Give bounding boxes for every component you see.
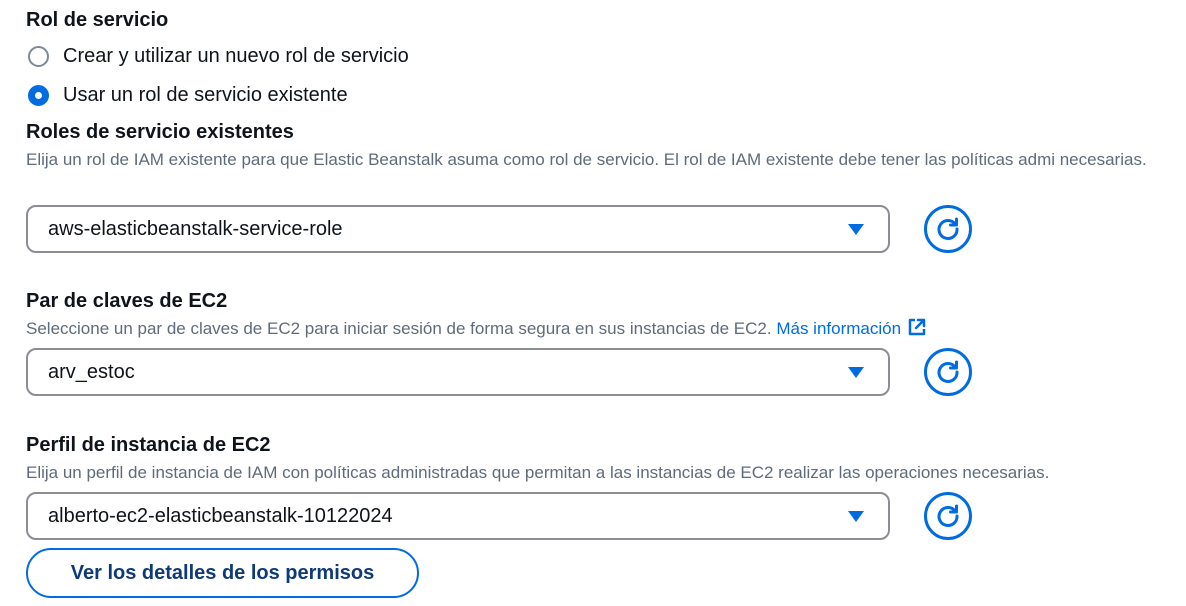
key-pair-description: Seleccione un par de claves de EC2 para … [26, 319, 772, 338]
more-info-link-label: Más información [776, 319, 902, 338]
refresh-icon [937, 217, 959, 240]
radio-label-new-role: Crear y utilizar un nuevo rol de servici… [63, 44, 409, 67]
environment-config-form: Rol de servicio Crear y utilizar un nuev… [0, 0, 1186, 606]
instance-profile-description: Elija un perfil de instancia de IAM con … [26, 463, 1050, 482]
refresh-instance-profiles-button[interactable] [924, 492, 972, 540]
instance-profile-selected-value: alberto-ec2-elasticbeanstalk-10122024 [48, 504, 393, 527]
caret-down-icon [848, 510, 864, 522]
radio-option-new-role[interactable]: Crear y utilizar un nuevo rol de servici… [28, 41, 409, 71]
radio-selected[interactable] [28, 84, 49, 106]
refresh-key-pairs-button[interactable] [924, 348, 972, 396]
radio-label-existing-role: Usar un rol de servicio existente [63, 83, 348, 106]
view-permission-details-button[interactable]: Ver los detalles de los permisos [26, 548, 419, 598]
existing-roles-heading: Roles de servicio existentes [26, 121, 294, 143]
key-pair-heading: Par de claves de EC2 [26, 290, 228, 312]
caret-down-icon [848, 223, 864, 235]
more-info-link[interactable]: Más información [776, 318, 927, 338]
key-pair-description-row: Seleccione un par de claves de EC2 para … [26, 316, 927, 341]
key-pair-select[interactable]: arv_estoc [26, 348, 890, 396]
instance-profile-heading: Perfil de instancia de EC2 [26, 434, 271, 456]
radio-unselected[interactable] [28, 45, 49, 67]
refresh-icon [937, 360, 959, 383]
refresh-icon [937, 504, 959, 527]
service-role-heading: Rol de servicio [26, 9, 169, 31]
external-link-icon [908, 318, 926, 336]
existing-roles-description: Elija un rol de IAM existente para que E… [26, 150, 1147, 169]
existing-roles-select[interactable]: aws-elasticbeanstalk-service-role [26, 205, 890, 253]
instance-profile-select[interactable]: alberto-ec2-elasticbeanstalk-10122024 [26, 492, 890, 540]
radio-option-existing-role[interactable]: Usar un rol de servicio existente [28, 80, 348, 110]
key-pair-selected-value: arv_estoc [48, 360, 135, 383]
refresh-roles-button[interactable] [924, 205, 972, 253]
existing-roles-selected-value: aws-elasticbeanstalk-service-role [48, 217, 343, 240]
caret-down-icon [848, 366, 864, 378]
